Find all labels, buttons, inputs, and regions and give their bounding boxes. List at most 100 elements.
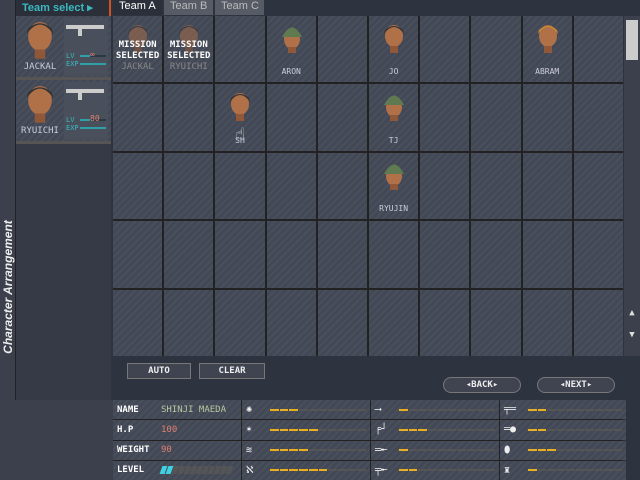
grid-slot[interactable] (522, 289, 572, 356)
lv-label: LV (66, 52, 75, 60)
scroll-thumb[interactable] (626, 20, 638, 60)
grid-slot[interactable] (113, 221, 163, 288)
skill-meter (270, 428, 367, 431)
grid-slot[interactable] (113, 289, 163, 356)
grid-slot[interactable] (471, 16, 521, 83)
skill-row: ╤═ (500, 400, 626, 420)
back-button[interactable]: ◂BACK▸ (443, 377, 521, 393)
grid-slot[interactable] (266, 84, 316, 151)
skill-meter (399, 469, 496, 472)
control-bar: AUTO CLEAR ◂BACK▸ ◂NEXT▸ (113, 356, 640, 400)
grid-slot[interactable] (471, 221, 521, 288)
sidebar: Character Arrangement (0, 0, 16, 400)
grid-slot[interactable] (369, 221, 419, 288)
grid-slot[interactable] (215, 152, 265, 220)
walk-icon: ℵ (246, 464, 254, 476)
grid-slot[interactable] (164, 289, 214, 356)
skill-row: ═╾ (371, 440, 499, 460)
weapon-icon: LV EXP (64, 82, 108, 140)
grid-slot[interactable] (522, 221, 572, 288)
tab-team-c[interactable]: Team C (215, 0, 264, 15)
grid-slot[interactable] (573, 152, 623, 220)
grid-slot[interactable]: JO (369, 16, 419, 83)
grid-slot[interactable] (471, 152, 521, 220)
portrait (227, 90, 253, 122)
grid-slot[interactable]: RYUJIN (369, 152, 419, 220)
grid-slot[interactable]: SH ☝ (215, 84, 265, 151)
grid-slot[interactable] (164, 152, 214, 220)
auto-button[interactable]: AUTO (127, 363, 191, 379)
grid-slot[interactable] (266, 289, 316, 356)
roster-character[interactable]: RYUICHI LV EXP 80 (16, 80, 111, 144)
scroll-up-icon[interactable]: ▲ (626, 308, 638, 322)
grid-slot[interactable] (113, 84, 163, 151)
grid-slot[interactable]: MISSION SELECTED RYUICHI (164, 16, 214, 83)
grid-slot[interactable] (573, 84, 623, 151)
sniper-icon: ╤╾ (375, 464, 388, 476)
skill-row: ╤╾ (371, 460, 499, 480)
grid-slot[interactable] (113, 152, 163, 220)
character-name: ABRAM (535, 67, 560, 77)
roster-character[interactable]: JACKAL LV EXP ∞ (16, 16, 111, 80)
grid-slot[interactable] (420, 289, 470, 356)
grid-slot[interactable]: ABRAM (522, 16, 572, 83)
grid-slot[interactable] (215, 289, 265, 356)
portrait (19, 82, 61, 124)
grid-slot[interactable] (471, 84, 521, 151)
grid-slot[interactable] (317, 289, 367, 356)
grid-slot[interactable] (573, 221, 623, 288)
lv-bar (80, 55, 91, 57)
grid-slot[interactable] (317, 152, 367, 220)
character-name: TJ (388, 135, 399, 145)
mission-selected-label: MISSION SELECTED RYUICHI (167, 40, 211, 72)
scrollbar[interactable]: ▲ ▼ (624, 16, 640, 356)
portrait (381, 22, 407, 54)
skill-row: ♜ (500, 460, 626, 480)
grid-slot[interactable] (573, 16, 623, 83)
grid-slot[interactable] (164, 84, 214, 151)
grid-slot[interactable] (420, 84, 470, 151)
shotgun-icon: ═╾ (375, 444, 388, 456)
grid-slot[interactable] (317, 84, 367, 151)
grid-slot[interactable] (420, 16, 470, 83)
character-name: JACKAL (121, 62, 154, 72)
team-select-button[interactable]: Team select ▸ (16, 0, 111, 16)
grid-slot[interactable] (266, 221, 316, 288)
tab-team-b[interactable]: Team B (164, 0, 213, 15)
grid-slot[interactable] (420, 221, 470, 288)
ammo-count: 80 (90, 114, 100, 123)
hand-cursor-icon: ☝ (235, 124, 246, 144)
clear-button[interactable]: CLEAR (199, 363, 265, 379)
grid-slot[interactable] (522, 152, 572, 220)
scroll-down-icon[interactable]: ▼ (626, 330, 638, 344)
grid-slot[interactable]: ARON (266, 16, 316, 83)
character-name: RYUJIN (379, 204, 409, 214)
tab-team-a[interactable]: Team A (113, 0, 162, 15)
grid-slot[interactable] (317, 16, 367, 83)
character-name: RYUICHI (21, 126, 59, 136)
grid-slot[interactable] (420, 152, 470, 220)
grid-slot[interactable] (471, 289, 521, 356)
character-name: RYUICHI (169, 62, 208, 72)
grid-slot[interactable] (215, 221, 265, 288)
grid-slot[interactable] (522, 84, 572, 151)
portrait (279, 22, 305, 54)
roster-list: JACKAL LV EXP ∞ RYUICHI LV EXP 80 (16, 16, 111, 400)
portrait (535, 22, 561, 54)
grid-slot[interactable] (215, 16, 265, 83)
grid-slot[interactable]: MISSION SELECTED JACKAL (113, 16, 163, 83)
exp-label: EXP (66, 124, 79, 132)
skill-meter (528, 449, 622, 452)
grid-slot[interactable] (317, 221, 367, 288)
rifle-icon: ╤═ (504, 404, 517, 416)
skill-meter (270, 449, 367, 452)
grid-slot[interactable] (266, 152, 316, 220)
bomb-icon: ♜ (504, 464, 511, 476)
portrait (381, 90, 407, 122)
grid-slot[interactable] (369, 289, 419, 356)
next-button[interactable]: ◂NEXT▸ (537, 377, 615, 393)
grid-slot[interactable]: TJ (369, 84, 419, 151)
grid-slot[interactable] (164, 221, 214, 288)
portrait (19, 18, 61, 60)
grid-slot[interactable] (573, 289, 623, 356)
